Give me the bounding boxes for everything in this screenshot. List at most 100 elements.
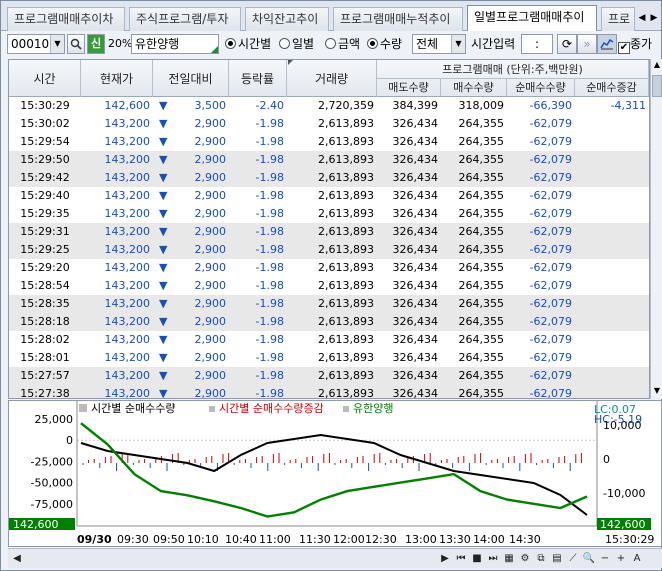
down-arrow-icon: ▼: [159, 297, 168, 310]
chart-type-icon[interactable]: ⧉: [534, 551, 548, 567]
table-row[interactable]: 15:29:40 143,200 ▼ 2,900 -1.98 2,613,893 326,4…: [9, 187, 649, 205]
stop-icon[interactable]: ■: [470, 551, 484, 567]
table-row[interactable]: 15:28:02 143,200 ▼ 2,900 -1.98 2,613,893 326,4…: [9, 331, 649, 349]
table-row[interactable]: 15:30:29 142,600 ▼ 3,500 -2.40 2,720,359 384,3…: [9, 97, 649, 115]
cell-volume: 2,613,893: [318, 261, 374, 274]
table-row[interactable]: 15:29:54 143,200 ▼ 2,900 -1.98 2,613,893 326,4…: [9, 133, 649, 151]
line-icon[interactable]: ⟋: [566, 551, 580, 567]
time-input[interactable]: :: [521, 34, 553, 54]
chevron-down-icon[interactable]: ▼: [451, 35, 465, 53]
change-value: 2,900: [194, 387, 227, 399]
chevron-down-icon[interactable]: ▼: [50, 35, 64, 53]
change-value: 2,900: [194, 333, 227, 346]
tab-program-trend-chart[interactable]: 프로그램매매추이차: [7, 7, 125, 31]
cell-change: ▼ 2,900: [153, 187, 229, 205]
settings-icon[interactable]: ⚙: [518, 551, 532, 567]
table-row[interactable]: 15:29:42 143,200 ▼ 2,900 -1.98 2,613,893 326,4…: [9, 169, 649, 187]
table-row[interactable]: 15:30:02 143,200 ▼ 2,900 -1.98 2,613,893 326,4…: [9, 115, 649, 133]
radio-time[interactable]: 시간별: [225, 34, 271, 54]
cell-buy-qty: 264,355: [458, 189, 505, 202]
cell-change: ▼ 2,900: [153, 349, 229, 367]
tab-daily-program-trend[interactable]: 일별프로그램매매추이: [467, 5, 597, 32]
table-row[interactable]: 15:29:35 143,200 ▼ 2,900 -1.98 2,613,893 326,4…: [9, 205, 649, 223]
scroll-left-icon[interactable]: ◀: [10, 551, 24, 567]
cell-net-delta: [575, 259, 649, 277]
change-value: 2,900: [194, 135, 227, 148]
left-tick-label: -50,000: [31, 477, 73, 490]
cell-rate: -1.98: [255, 315, 284, 328]
radio-off-icon: [279, 38, 290, 49]
radio-qty[interactable]: 수량: [367, 34, 402, 54]
down-arrow-icon: ▼: [159, 243, 168, 256]
scroll-right-icon[interactable]: ▶: [438, 551, 452, 567]
change-value: 2,900: [194, 243, 227, 256]
search-icon[interactable]: [67, 34, 85, 54]
tab-stock-program-investor[interactable]: 주식프로그램/투자: [129, 7, 241, 31]
tab-arbitrage-balance[interactable]: 차익잔고추이: [245, 7, 329, 31]
cell-rate: -1.98: [255, 333, 284, 346]
scroll-up-icon[interactable]: ▲: [652, 60, 662, 72]
next-page-icon[interactable]: »: [577, 34, 597, 54]
tab-prev-icon[interactable]: ◀: [637, 9, 647, 27]
cell-net-delta: [575, 313, 649, 331]
cell-time: 15:29:54: [20, 135, 70, 148]
table-row[interactable]: 15:27:38 143,200 ▼ 2,900 -1.98 2,613,893 326,4…: [9, 385, 649, 399]
table-row[interactable]: 15:28:18 143,200 ▼ 2,900 -1.98 2,613,893 326,4…: [9, 313, 649, 331]
stock-code-input[interactable]: 000100 ▼: [7, 34, 65, 54]
table-row[interactable]: 15:27:57 143,200 ▼ 2,900 -1.98 2,613,893 326,4…: [9, 367, 649, 385]
cell-time: 15:29:31: [20, 225, 70, 238]
tab-next-icon[interactable]: ▶: [649, 9, 659, 27]
cell-buy-qty: 264,355: [458, 369, 505, 382]
right-price-badge: 142,600: [600, 518, 646, 531]
radio-amount[interactable]: 금액: [325, 34, 360, 54]
cell-net-qty: -62,079: [529, 135, 572, 148]
chart-canvas: 25,0000-25,000-50,000-75,000-100,000 10,…: [9, 401, 661, 546]
filter-select[interactable]: 전체 ▼: [412, 34, 466, 54]
table-row[interactable]: 15:29:25 143,200 ▼ 2,900 -1.98 2,613,893 326,4…: [9, 241, 649, 259]
table-row[interactable]: 15:29:50 143,200 ▼ 2,900 -1.98 2,613,893 326,4…: [9, 151, 649, 169]
zoom-out-icon[interactable]: −: [598, 551, 612, 567]
fast-forward-icon[interactable]: ⏭: [486, 551, 500, 567]
scroll-thumb[interactable]: [652, 75, 662, 97]
zoom-in-icon[interactable]: +: [614, 551, 628, 567]
radio-day[interactable]: 일별: [279, 34, 314, 54]
table-row[interactable]: 15:28:01 143,200 ▼ 2,900 -1.98 2,613,893 326,4…: [9, 349, 649, 367]
cell-rate: -1.98: [255, 261, 284, 274]
cell-volume: 2,613,893: [318, 171, 374, 184]
header-net-qty: 순매수수량: [507, 78, 575, 96]
program-trading-window: 프로그램매매추이차 주식프로그램/투자 차익잔고추이 프로그램매매누적추이 일별…: [0, 0, 662, 571]
tab-more[interactable]: 프로: [601, 7, 635, 31]
tab-program-cumulative[interactable]: 프로그램매매누적추이: [333, 7, 463, 31]
cell-price: 143,200: [104, 333, 151, 346]
change-value: 2,900: [194, 297, 227, 310]
time-readout: 15:30:29: [605, 533, 654, 546]
margin-rate: 20%: [108, 37, 133, 50]
change-value: 2,900: [194, 189, 227, 202]
vertical-scrollbar[interactable]: ▲ ▼: [650, 59, 662, 399]
text-size-icon[interactable]: A: [630, 551, 644, 567]
cell-price: 143,200: [104, 243, 151, 256]
cell-rate: -1.98: [255, 243, 284, 256]
cell-price: 143,200: [104, 117, 151, 130]
table-row[interactable]: 15:28:35 143,200 ▼ 2,900 -1.98 2,613,893 326,4…: [9, 295, 649, 313]
cell-time: 15:29:20: [20, 261, 70, 274]
cell-buy-qty: 264,355: [458, 135, 505, 148]
table-icon[interactable]: ▤: [550, 551, 564, 567]
zoom-icon[interactable]: 🔍: [582, 551, 596, 567]
horizontal-scrollbar[interactable]: ◀ ▶ ⏮ ■ ⏭ ▦ ⚙ ⧉ ▤ ⟋ 🔍 − + A: [8, 548, 662, 568]
cell-buy-qty: 264,355: [458, 387, 505, 399]
refresh-icon[interactable]: ⟳: [557, 34, 577, 54]
table-row[interactable]: 15:29:31 143,200 ▼ 2,900 -1.98 2,613,893 326,4…: [9, 223, 649, 241]
header-net-delta: 순매수증감: [575, 78, 649, 96]
table-row[interactable]: 15:28:54 143,200 ▼ 2,900 -1.98 2,613,893 326,4…: [9, 277, 649, 295]
new-listing-badge: 신: [87, 34, 105, 54]
grid-icon[interactable]: ▦: [502, 551, 516, 567]
cell-sell-qty: 326,434: [392, 351, 439, 364]
chart-toggle-icon[interactable]: [597, 34, 617, 54]
table-row[interactable]: 15:29:20 143,200 ▼ 2,900 -1.98 2,613,893 326,4…: [9, 259, 649, 277]
close-price-check[interactable]: ✔ 종가: [618, 34, 652, 54]
rewind-icon[interactable]: ⏮: [454, 551, 468, 567]
cell-price: 143,200: [104, 189, 151, 202]
scroll-down-icon[interactable]: ▼: [652, 386, 662, 398]
cell-price: 143,200: [104, 225, 151, 238]
